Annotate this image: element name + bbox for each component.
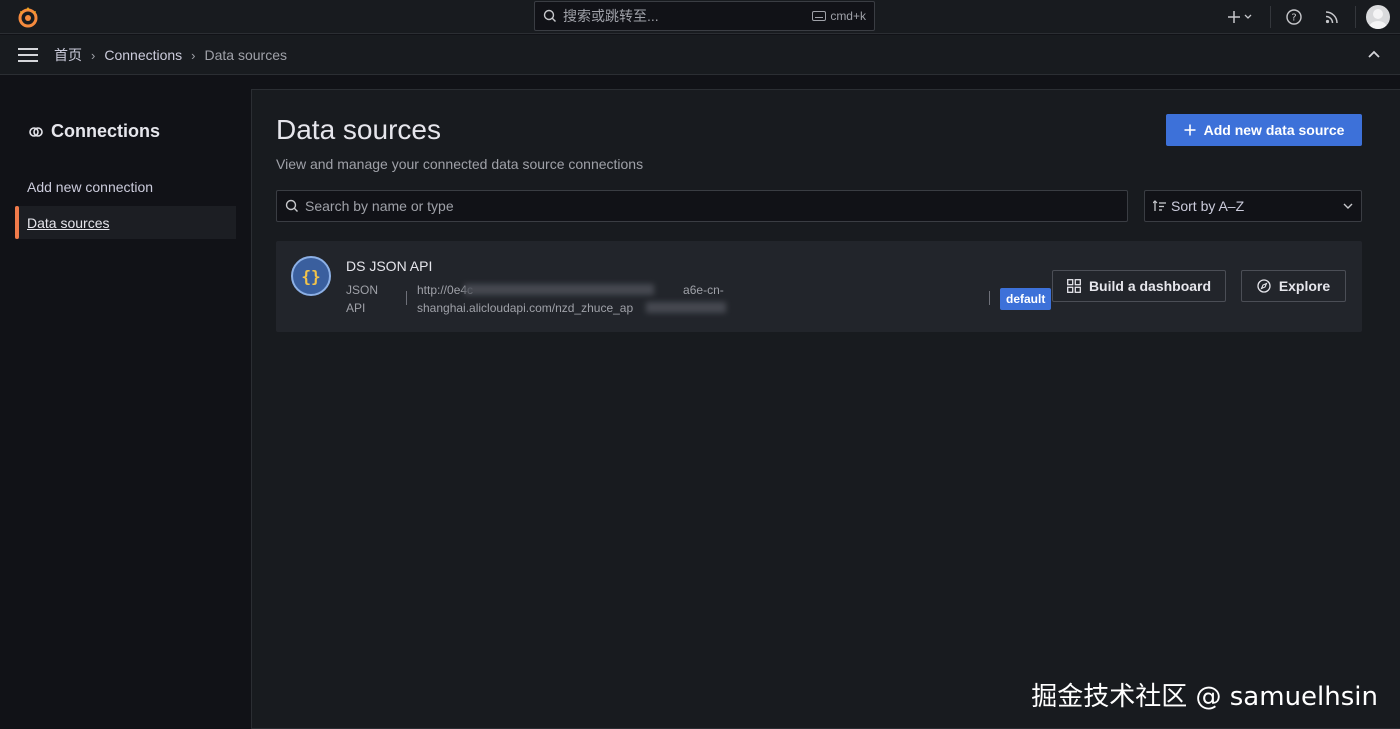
datasource-search-input[interactable] (305, 198, 1119, 214)
datasource-type-line2: API (346, 301, 366, 315)
plus-icon (1184, 124, 1196, 136)
search-shortcut: cmd+k (812, 9, 866, 23)
main-panel: Data sources View and manage your connec… (251, 89, 1400, 729)
dashboard-grid-icon (1066, 279, 1081, 293)
redacted-url-part (646, 302, 726, 313)
link-icon (29, 126, 43, 137)
news-button[interactable] (1321, 6, 1343, 28)
sort-select[interactable]: Sort by A–Z (1144, 190, 1362, 222)
chevron-up-icon[interactable] (1366, 47, 1382, 63)
menu-icon[interactable] (17, 46, 39, 64)
page-subtitle: View and manage your connected data sour… (276, 156, 644, 172)
plus-icon (1228, 11, 1252, 23)
new-menu-button[interactable] (1224, 6, 1256, 28)
chevron-down-icon (1343, 203, 1353, 209)
datasource-search[interactable] (276, 190, 1128, 222)
topbar-divider (1355, 6, 1356, 28)
breadcrumb-connections[interactable]: Connections (104, 47, 182, 63)
help-icon: ? (1286, 9, 1302, 25)
sidebar: Connections Add new connection Data sour… (0, 75, 251, 729)
explore-button[interactable]: Explore (1241, 270, 1346, 302)
search-icon (285, 199, 298, 212)
search-icon (543, 9, 556, 22)
user-icon (1369, 9, 1387, 29)
grafana-logo-icon[interactable] (16, 5, 40, 29)
add-new-data-source-button[interactable]: Add new data source (1166, 114, 1362, 146)
sort-label: Sort by A–Z (1171, 198, 1245, 214)
search-shortcut-label: cmd+k (830, 9, 866, 23)
breadcrumb-bar: 首页 › Connections › Data sources (0, 35, 1400, 75)
user-avatar[interactable] (1366, 5, 1390, 29)
default-badge: default (1000, 288, 1052, 310)
datasource-name[interactable]: DS JSON API (346, 258, 432, 274)
svg-text:?: ? (1291, 13, 1296, 24)
breadcrumb-data-sources: Data sources (204, 47, 287, 63)
search-placeholder: 搜索或跳转至... (563, 8, 659, 24)
sidebar-title-label: Connections (51, 121, 161, 141)
sidebar-item-data-sources[interactable]: Data sources (15, 206, 236, 239)
help-button[interactable]: ? (1283, 6, 1305, 28)
top-bar: 搜索或跳转至... cmd+k ? (0, 0, 1400, 34)
topbar-actions: ? (1224, 0, 1400, 34)
datasource-card[interactable]: {} DS JSON API JSON API http://0e4c a6e-c… (276, 241, 1362, 332)
keyboard-icon (812, 11, 827, 21)
rss-icon (1325, 11, 1338, 24)
topbar-divider (1270, 6, 1271, 28)
compass-icon (1257, 279, 1271, 293)
breadcrumb-home[interactable]: 首页 (54, 45, 82, 65)
redacted-url-part (464, 284, 654, 295)
explore-label: Explore (1278, 278, 1331, 294)
add-new-data-source-label: Add new data source (1203, 122, 1345, 138)
meta-divider (989, 291, 990, 305)
chevron-right-icon: › (91, 47, 96, 63)
sort-icon (1153, 200, 1166, 211)
chevron-right-icon: › (191, 47, 196, 63)
watermark: 掘金技术社区 @ samuelhsin (1031, 682, 1378, 712)
sidebar-item-add-new-connection[interactable]: Add new connection (15, 170, 236, 203)
build-dashboard-label: Build a dashboard (1088, 278, 1212, 294)
sidebar-title: Connections (28, 121, 160, 142)
build-dashboard-button[interactable]: Build a dashboard (1052, 270, 1226, 302)
meta-divider (406, 291, 407, 305)
global-search-input[interactable]: 搜索或跳转至... cmd+k (534, 1, 875, 31)
page-title: Data sources (276, 114, 441, 145)
datasource-type: JSON API (346, 281, 386, 317)
datasource-url-line1-end: a6e-cn- (683, 283, 724, 297)
datasource-type-line1: JSON (346, 283, 379, 297)
json-api-logo-icon: {} (291, 256, 331, 296)
breadcrumb: 首页 › Connections › Data sources (54, 35, 287, 75)
